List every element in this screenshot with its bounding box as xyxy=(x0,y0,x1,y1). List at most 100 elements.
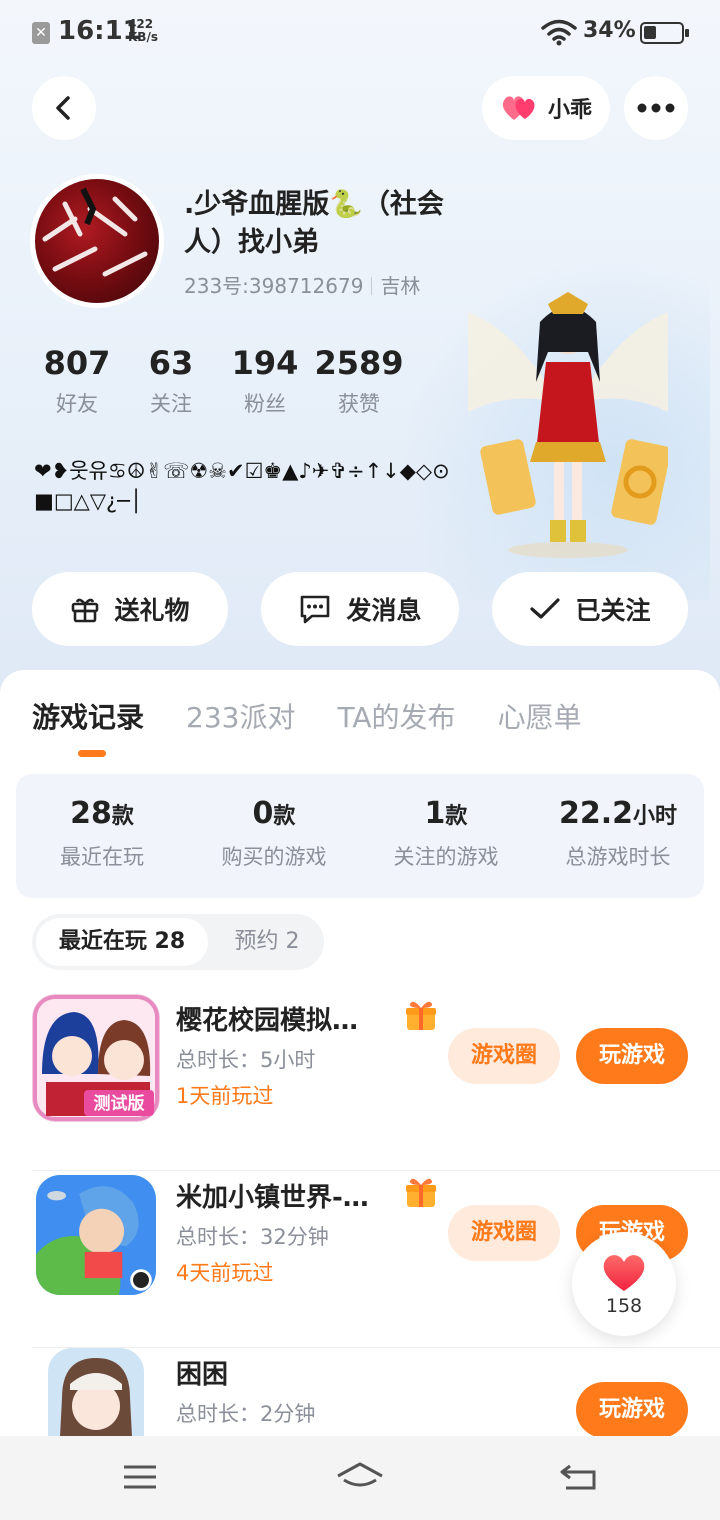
game-icon-kunkun[interactable] xyxy=(48,1348,144,1450)
summary-purchased[interactable]: 0款 购买的游戏 xyxy=(188,774,360,898)
summary-recent[interactable]: 28款 最近在玩 xyxy=(16,774,188,898)
summary-value: 28 xyxy=(70,796,112,831)
following-label: 已关注 xyxy=(575,596,651,625)
uid-text[interactable]: 233号:398712679 xyxy=(184,274,363,298)
avatar[interactable] xyxy=(30,174,164,308)
partner-button[interactable]: 小乖 xyxy=(482,76,610,140)
game-title: 米加小镇世界-… xyxy=(176,1183,369,1213)
tab-indicator xyxy=(78,750,106,757)
segment-recent[interactable]: 最近在玩 28 xyxy=(36,918,208,966)
stat-label: 好友 xyxy=(56,392,98,416)
following-button[interactable]: 已关注 xyxy=(492,572,688,646)
tab-wishlist[interactable]: 心愿单 xyxy=(498,696,582,736)
stat-likes: 2589 获赞 xyxy=(312,344,406,418)
stat-following[interactable]: 63 关注 xyxy=(124,344,218,418)
game-circle-button[interactable]: 游戏圈 xyxy=(448,1205,560,1261)
game-title: 困困 xyxy=(176,1360,229,1390)
game-summary: 28款 最近在玩 0款 购买的游戏 1款 关注的游戏 22.2小时 总游戏时长 xyxy=(16,774,704,898)
gift-icon xyxy=(72,598,99,623)
summary-unit: 款 xyxy=(273,804,296,829)
system-nav-bar xyxy=(0,1436,720,1520)
nickname: .少爷血腥版🐍（社会人）找小弟 xyxy=(184,189,444,258)
gift-box-icon[interactable] xyxy=(404,998,438,1032)
partner-label: 小乖 xyxy=(547,98,592,123)
game-duration: 总时长：32分钟 xyxy=(176,1225,329,1249)
like-count: 158 xyxy=(605,1295,643,1317)
game-last-played: 1天前玩过 xyxy=(176,1084,274,1108)
game-duration: 总时长：5小时 xyxy=(176,1048,316,1072)
summary-unit: 款 xyxy=(111,804,134,829)
icon-badge-text: 测试版 xyxy=(94,1093,145,1114)
summary-label: 关注的游戏 xyxy=(393,845,499,869)
summary-label: 最近在玩 xyxy=(60,845,144,869)
stat-label: 获赞 xyxy=(338,392,380,416)
summary-label: 购买的游戏 xyxy=(221,845,327,869)
game-icon-sakura[interactable]: 测试版 xyxy=(32,994,160,1122)
check-icon xyxy=(530,598,561,619)
game-icon-miga[interactable] xyxy=(36,1175,156,1295)
network-speed: 422 KB/s xyxy=(128,18,158,44)
stat-fans[interactable]: 194 粉丝 xyxy=(218,344,312,418)
status-bar: ✕ 16:11 422 KB/s 34% xyxy=(0,0,720,64)
summary-unit: 款 xyxy=(445,804,468,829)
like-button[interactable]: 158 xyxy=(572,1232,676,1336)
heart-icon xyxy=(603,1255,645,1291)
more-dots-icon xyxy=(637,103,675,113)
profile-tabs: 游戏记录 233派对 TA的发布 心愿单 xyxy=(32,696,582,736)
stat-friends[interactable]: 807 好友 xyxy=(30,344,124,418)
summary-followed[interactable]: 1款 关注的游戏 xyxy=(360,774,532,898)
game-circle-button[interactable]: 游戏圈 xyxy=(448,1028,560,1084)
uid-separator xyxy=(371,277,373,295)
summary-unit: 小时 xyxy=(633,804,678,829)
summary-playtime: 22.2小时 总游戏时长 xyxy=(532,774,704,898)
summary-value: 22.2 xyxy=(558,796,633,831)
battery-percent: 34% xyxy=(583,18,636,43)
game-last-played: 4天前玩过 xyxy=(176,1261,274,1285)
chat-bubble-icon xyxy=(301,595,330,624)
stat-value: 194 xyxy=(231,344,299,382)
send-gift-label: 送礼物 xyxy=(114,596,190,625)
region-text: 吉林 xyxy=(380,274,421,298)
tab-ta-posts[interactable]: TA的发布 xyxy=(337,696,455,736)
avatar-image xyxy=(42,187,148,277)
segment-reserve[interactable]: 预约 2 xyxy=(214,918,320,966)
signature: ❤❥웃유♋☮✌☏☢☠✔☑♚▲♪✈✞÷↑↓◆◇⊙■□△▽¿─│ xyxy=(34,459,450,513)
stat-label: 粉丝 xyxy=(244,392,286,416)
wifi-icon xyxy=(541,19,577,46)
menu-icon[interactable] xyxy=(122,1462,158,1492)
summary-value: 0 xyxy=(252,796,274,831)
tab-233-party[interactable]: 233派对 xyxy=(186,696,295,736)
network-speed-unit: KB/s xyxy=(128,30,158,44)
stat-label: 关注 xyxy=(150,392,192,416)
tab-game-records[interactable]: 游戏记录 xyxy=(32,696,144,736)
battery-fill xyxy=(644,26,656,39)
game-duration: 总时长：2分钟 xyxy=(176,1402,316,1426)
game-filter-segment: 最近在玩 28 预约 2 xyxy=(32,914,324,970)
character-avatar-image[interactable] xyxy=(468,292,668,560)
play-game-button[interactable]: 玩游戏 xyxy=(576,1382,688,1438)
game-row[interactable]: 困困 总时长：2分钟 玩游戏 xyxy=(0,1348,720,1450)
stat-value: 2589 xyxy=(314,344,404,382)
double-heart-icon xyxy=(502,96,535,120)
send-gift-button[interactable]: 送礼物 xyxy=(32,572,228,646)
summary-label: 总游戏时长 xyxy=(565,845,671,869)
play-game-button[interactable]: 玩游戏 xyxy=(576,1028,688,1084)
send-message-label: 发消息 xyxy=(346,596,422,625)
more-button[interactable] xyxy=(624,76,688,140)
gift-box-icon[interactable] xyxy=(404,1175,438,1209)
return-icon[interactable] xyxy=(560,1462,598,1492)
notification-x-icon: ✕ xyxy=(32,22,50,44)
chevron-left-icon xyxy=(56,96,70,120)
home-icon[interactable] xyxy=(336,1462,384,1494)
stat-value: 63 xyxy=(148,344,194,382)
profile-actions: 送礼物 发消息 已关注 xyxy=(32,572,688,646)
profile-stats: 807 好友 63 关注 194 粉丝 2589 获赞 xyxy=(30,344,406,418)
battery-icon xyxy=(640,22,689,44)
summary-value: 1 xyxy=(424,796,446,831)
back-button[interactable] xyxy=(32,76,96,140)
stat-value: 807 xyxy=(43,344,111,382)
game-row[interactable]: 测试版 樱花校园模拟… 总时长：5小时 1天前玩过 游戏圈 玩游戏 xyxy=(0,994,720,1171)
send-message-button[interactable]: 发消息 xyxy=(261,572,459,646)
uid-line: 233号:398712679 吉林 xyxy=(184,270,420,299)
game-title: 樱花校园模拟… xyxy=(176,1006,359,1036)
